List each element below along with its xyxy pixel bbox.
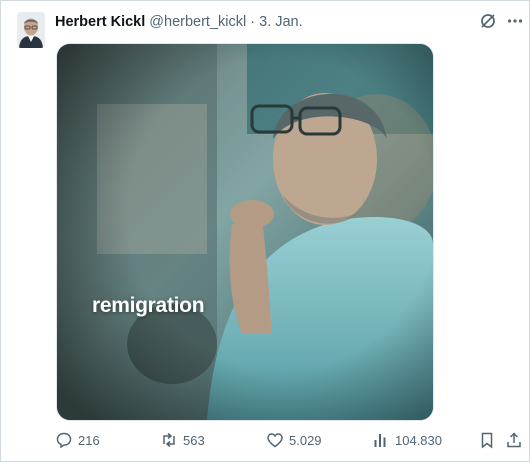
- repost-icon: [163, 432, 175, 448]
- views-count: 104.830: [395, 432, 442, 448]
- like-button[interactable]: 5.029: [266, 428, 322, 452]
- grok-icon[interactable]: [478, 11, 498, 31]
- tweet-date[interactable]: 3. Jan.: [259, 14, 303, 30]
- bookmark-button[interactable]: [478, 428, 501, 452]
- repost-count: 563: [183, 432, 205, 448]
- reply-icon: [56, 432, 72, 449]
- like-icon: [267, 433, 283, 448]
- repost-button[interactable]: 563: [160, 428, 205, 452]
- tweet-image[interactable]: remigration: [56, 43, 434, 421]
- author-handle[interactable]: @herbert_kickl: [149, 14, 246, 30]
- action-bar: 216 563 5.029 104.830: [0, 428, 530, 452]
- views-icon: [374, 434, 386, 447]
- views-button[interactable]: 104.830: [372, 428, 442, 452]
- author-avatar[interactable]: [17, 12, 45, 48]
- more-icon[interactable]: [505, 11, 525, 31]
- reply-button[interactable]: 216: [55, 428, 100, 452]
- tweet-header: Herbert Kickl @herbert_kickl · 3. Jan.: [55, 13, 303, 31]
- share-icon: [507, 432, 521, 448]
- bookmark-icon: [481, 432, 493, 449]
- tweet-image-photo: [57, 44, 433, 420]
- image-overlay-text: remigration: [92, 294, 205, 317]
- share-button[interactable]: [505, 428, 528, 452]
- author-name[interactable]: Herbert Kickl: [55, 14, 145, 30]
- header-separator: ·: [250, 14, 256, 30]
- reply-count: 216: [78, 432, 100, 448]
- like-count: 5.029: [289, 432, 322, 448]
